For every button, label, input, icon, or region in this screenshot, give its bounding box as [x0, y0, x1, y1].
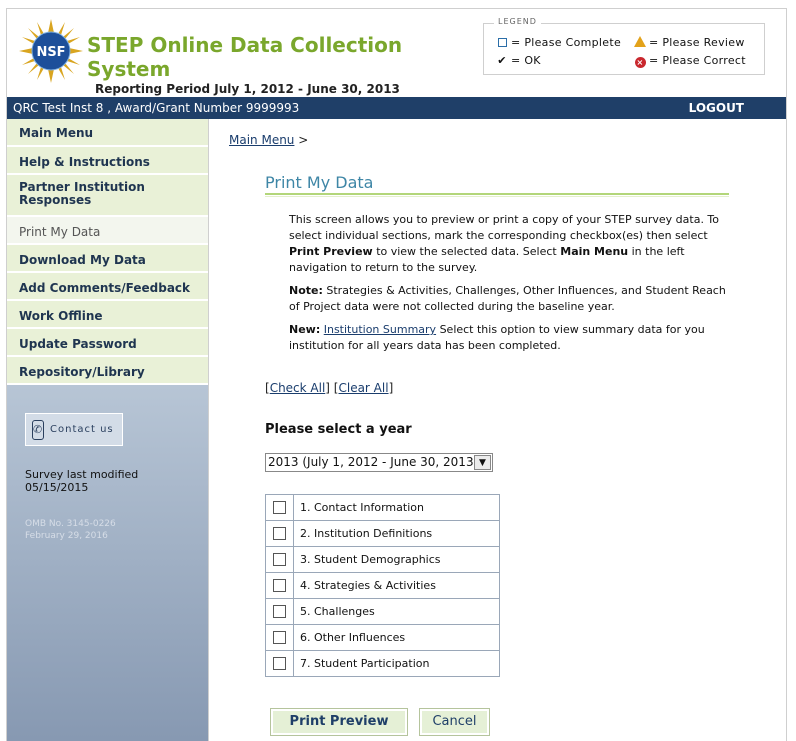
empty-square-icon	[497, 38, 507, 47]
sidebar-item-repository-library[interactable]: Repository/Library	[7, 357, 208, 385]
table-row: 4. Strategies & Activities	[265, 572, 500, 599]
survey-last-modified: Survey last modified 05/15/2015	[25, 468, 139, 494]
legend-title: LEGEND	[494, 17, 541, 26]
omb-number: OMB No. 3145-0226 February 29, 2016	[25, 519, 116, 541]
error-icon: ×	[634, 57, 646, 68]
section-checkbox[interactable]	[273, 605, 286, 619]
sections-table: 1. Contact Information 2. Institution De…	[265, 494, 500, 677]
section-checkbox[interactable]	[273, 501, 286, 515]
legend: LEGEND = Please Complete = Please Review…	[483, 17, 765, 75]
section-label: 2. Institution Definitions	[293, 520, 500, 547]
table-row: 7. Student Participation	[265, 650, 500, 677]
checkmark-icon: ✔	[497, 54, 507, 67]
warning-icon	[634, 36, 646, 47]
new-paragraph: New: Institution Summary Select this opt…	[289, 323, 705, 352]
reporting-period: Reporting Period July 1, 2012 - June 30,…	[95, 82, 400, 96]
section-label: 3. Student Demographics	[293, 546, 500, 573]
contact-us-label: Contact us	[50, 424, 114, 435]
section-checkbox[interactable]	[273, 553, 286, 567]
sidebar-item-partner-institution-responses[interactable]: Partner Institution Responses	[7, 175, 208, 217]
header: NSF STEP Online Data Collection System R…	[7, 9, 786, 97]
section-label: 1. Contact Information	[293, 494, 500, 521]
year-select[interactable]: 2013 (July 1, 2012 - June 30, 2013) ▼	[265, 453, 493, 472]
phone-icon: ✆	[32, 420, 44, 440]
app-title: STEP Online Data Collection System	[87, 33, 403, 81]
legend-item-please-complete: = Please Complete	[496, 36, 621, 49]
sidebar: Main Menu Help & Instructions Partner In…	[7, 119, 208, 741]
sidebar-item-download-my-data[interactable]: Download My Data	[7, 245, 208, 273]
sidebar-item-print-my-data[interactable]: Print My Data	[7, 217, 208, 245]
section-checkbox[interactable]	[273, 579, 286, 593]
section-label: 4. Strategies & Activities	[293, 572, 500, 599]
sidebar-item-work-offline[interactable]: Work Offline	[7, 301, 208, 329]
table-row: 1. Contact Information	[265, 494, 500, 521]
top-bar: QRC Test Inst 8 , Award/Grant Number 999…	[7, 97, 786, 119]
year-label: Please select a year	[265, 422, 412, 437]
sidebar-item-main-menu[interactable]: Main Menu	[7, 119, 208, 147]
legend-item-please-review: = Please Review	[634, 36, 745, 49]
table-row: 6. Other Influences	[265, 624, 500, 651]
page-frame: NSF STEP Online Data Collection System R…	[6, 8, 787, 741]
sidebar-item-update-password[interactable]: Update Password	[7, 329, 208, 357]
legend-item-please-correct: × = Please Correct	[634, 54, 746, 68]
title-divider	[265, 193, 729, 195]
check-all-link[interactable]: Check All	[270, 381, 326, 395]
section-checkbox[interactable]	[273, 657, 286, 671]
svg-text:NSF: NSF	[36, 45, 65, 60]
year-select-value: 2013 (July 1, 2012 - June 30, 2013)	[268, 455, 479, 469]
main-content: Main Menu > Print My Data This screen al…	[208, 119, 786, 741]
contact-us-button[interactable]: ✆ Contact us	[25, 413, 123, 446]
nsf-logo: NSF	[19, 19, 83, 83]
section-label: 5. Challenges	[293, 598, 500, 625]
title-divider-shadow	[265, 196, 729, 197]
breadcrumb-main-menu-link[interactable]: Main Menu	[229, 133, 294, 147]
print-preview-button[interactable]: Print Preview	[270, 708, 408, 736]
cancel-button[interactable]: Cancel	[419, 708, 490, 736]
note-paragraph: Note: Strategies & Activities, Challenge…	[289, 284, 726, 313]
user-info: QRC Test Inst 8 , Award/Grant Number 999…	[13, 101, 300, 115]
legend-item-ok: ✔ = OK	[497, 54, 541, 67]
table-row: 3. Student Demographics	[265, 546, 500, 573]
logout-link[interactable]: LOGOUT	[689, 101, 744, 115]
clear-all-link[interactable]: Clear All	[338, 381, 388, 395]
page-title: Print My Data	[265, 173, 374, 192]
table-row: 5. Challenges	[265, 598, 500, 625]
check-links: [Check All] [Clear All]	[265, 381, 394, 395]
intro-paragraph: This screen allows you to preview or pri…	[289, 213, 720, 274]
section-checkbox[interactable]	[273, 631, 286, 645]
breadcrumb: Main Menu >	[229, 133, 309, 147]
section-label: 6. Other Influences	[293, 624, 500, 651]
table-row: 2. Institution Definitions	[265, 520, 500, 547]
sidebar-item-add-comments-feedback[interactable]: Add Comments/Feedback	[7, 273, 208, 301]
institution-summary-link[interactable]: Institution Summary	[324, 323, 436, 336]
section-label: 7. Student Participation	[293, 650, 500, 677]
section-checkbox[interactable]	[273, 527, 286, 541]
sidebar-item-help-instructions[interactable]: Help & Instructions	[7, 147, 208, 175]
chevron-down-icon: ▼	[474, 455, 491, 470]
